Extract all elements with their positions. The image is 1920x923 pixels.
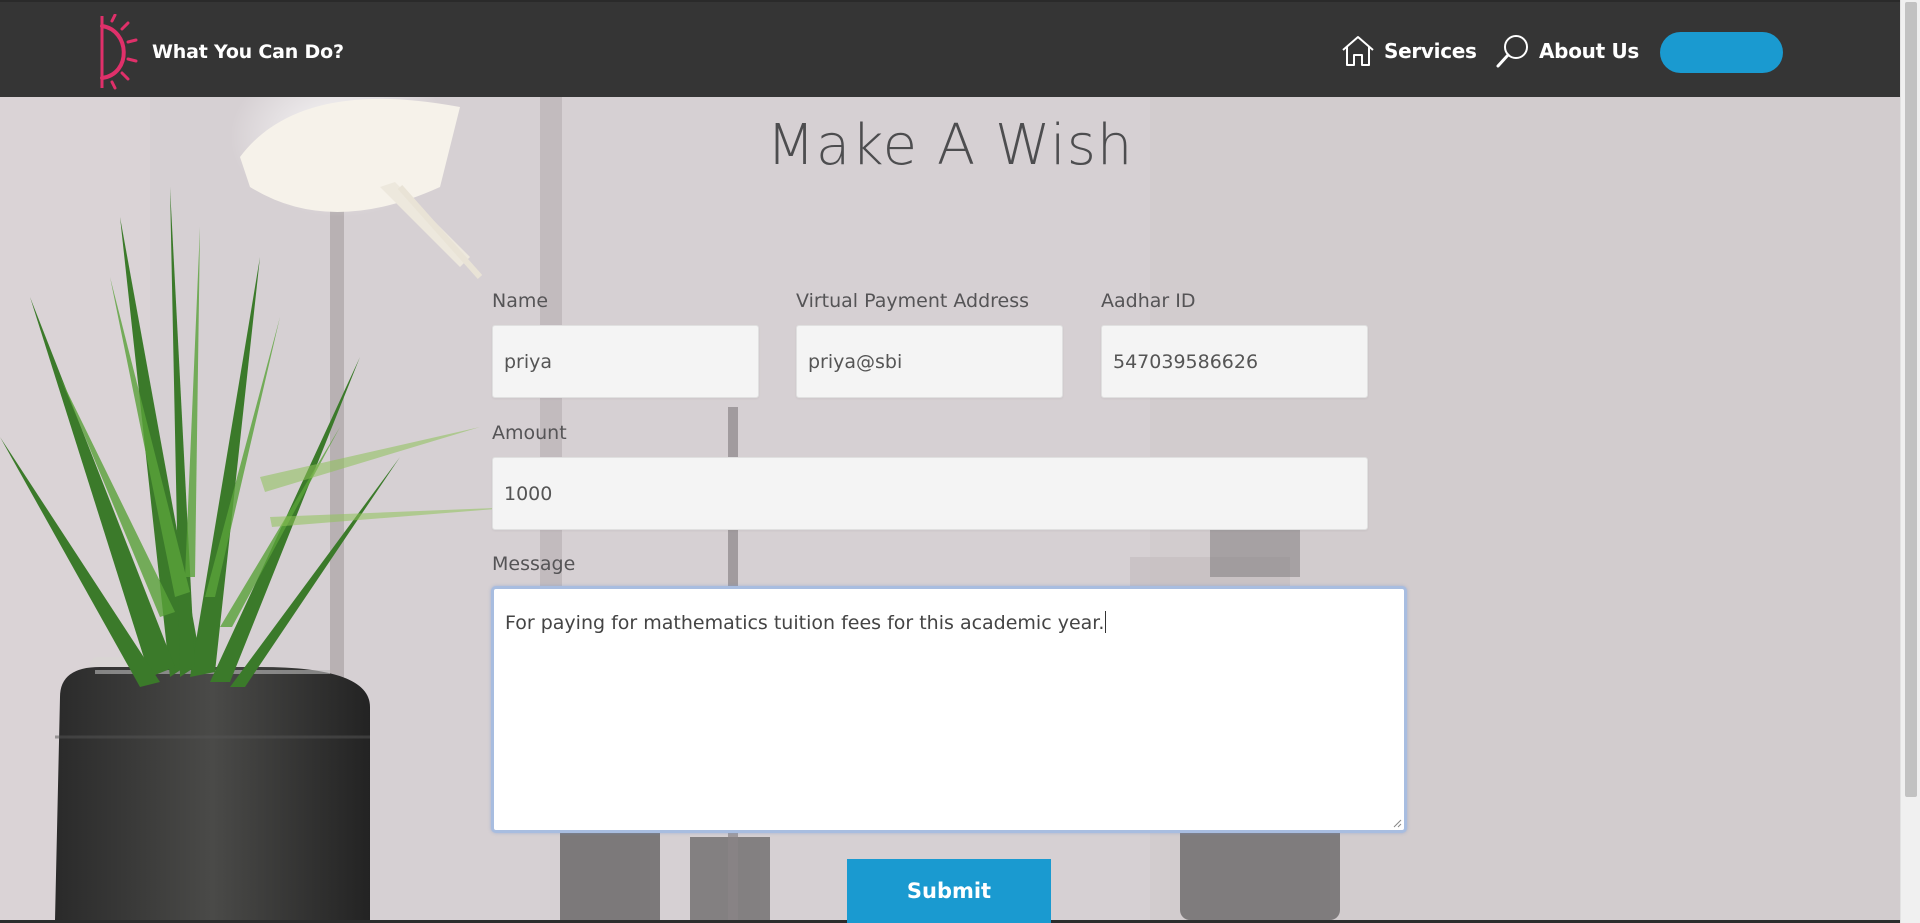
nav-services-label: Services [1384,39,1477,63]
page-title: Make A Wish [766,113,1134,178]
sunrise-logo-icon [100,14,138,90]
search-icon [1496,35,1528,68]
name-input[interactable]: priya [492,325,759,398]
name-label: Name [492,290,549,312]
nav-services[interactable]: Services [1340,32,1477,70]
message-text: For paying for mathematics tuition fees … [505,612,1105,634]
text-caret [1105,611,1107,633]
resize-grip-icon[interactable] [1392,818,1402,828]
top-navbar: What You Can Do? Services About Us [0,0,1900,97]
nav-action-button[interactable] [1660,32,1783,73]
message-label: Message [492,553,576,575]
amount-input[interactable]: 1000 [492,457,1368,530]
nav-about-us[interactable]: About Us [1495,32,1639,70]
page-scrollbar[interactable] [1900,0,1920,923]
brand[interactable]: What You Can Do? [96,14,344,90]
vpa-input[interactable]: priya@sbi [796,325,1063,398]
amount-label: Amount [492,422,567,444]
submit-button[interactable]: Submit [847,859,1051,923]
scrollbar-thumb[interactable] [1905,2,1917,797]
home-icon [1342,36,1374,66]
brand-name: What You Can Do? [152,41,344,63]
aadhar-input[interactable]: 547039586626 [1101,325,1368,398]
aadhar-label: Aadhar ID [1101,290,1196,312]
nav-about-us-label: About Us [1539,39,1640,63]
vpa-label: Virtual Payment Address [796,290,1030,312]
message-textarea[interactable]: For paying for mathematics tuition fees … [491,586,1407,833]
